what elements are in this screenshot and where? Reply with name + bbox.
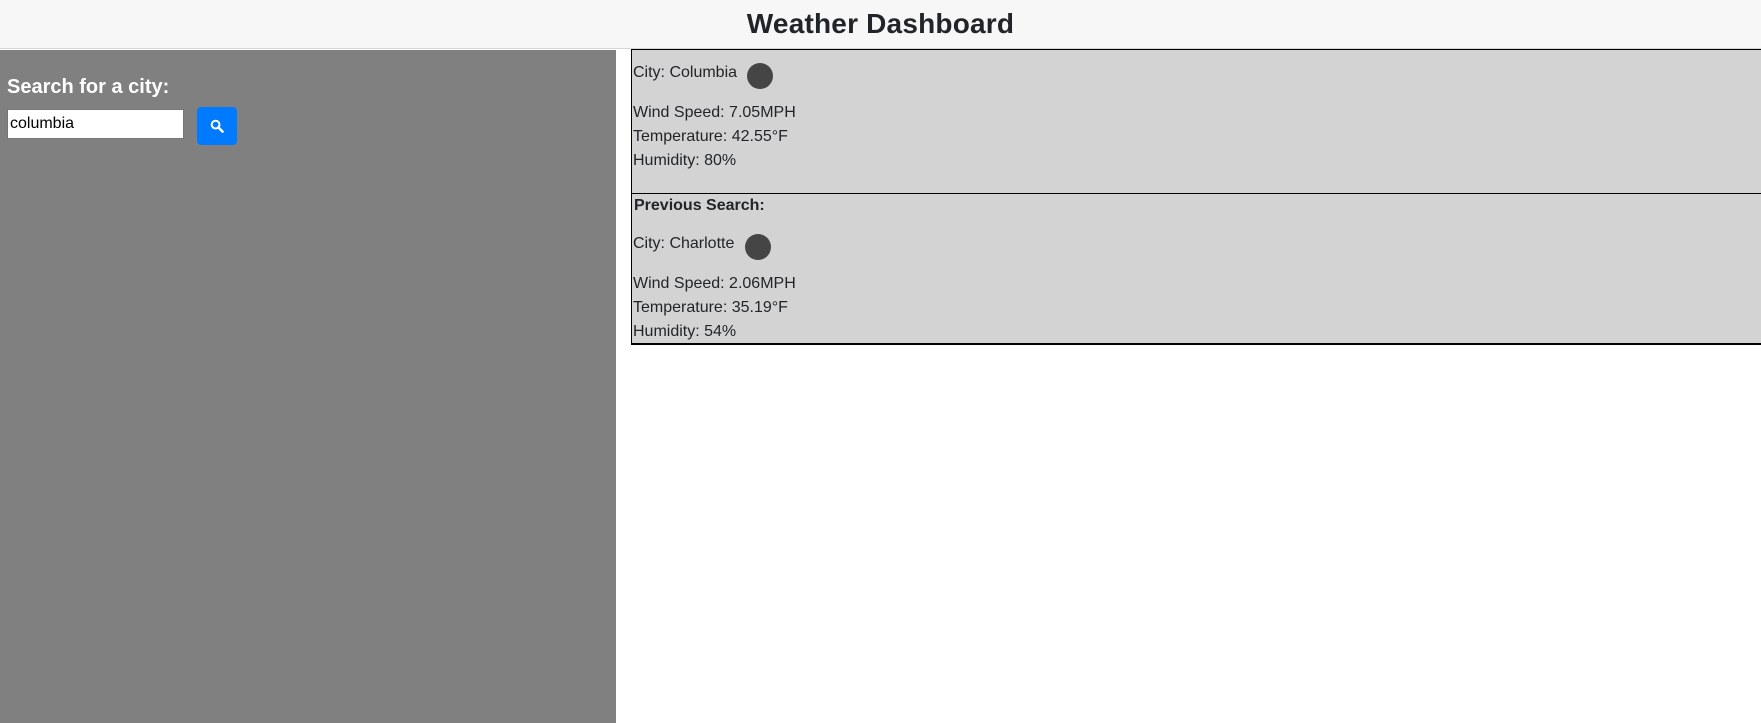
current-wind-speed: Wind Speed: 7.05MPH [633, 104, 796, 121]
page-title: Weather Dashboard [746, 8, 1015, 39]
search-sidebar: Search for a city: [0, 50, 616, 723]
weather-icon [745, 234, 771, 260]
previous-search-heading: Previous Search: [634, 197, 765, 214]
search-button[interactable] [197, 107, 237, 145]
current-city: City: Columbia [633, 64, 738, 81]
current-weather-card: City: Columbia Wind Speed: 7.05MPH Tempe… [631, 49, 1761, 194]
search-label: Search for a city: [7, 76, 170, 98]
previous-search-card: Previous Search: City: Charlotte Wind Sp… [631, 193, 1761, 345]
search-input[interactable] [7, 109, 184, 139]
column-gutter [616, 50, 632, 723]
current-temperature: Temperature: 42.55°F [633, 128, 788, 145]
search-icon [210, 119, 224, 133]
weather-icon [747, 63, 773, 89]
previous-wind-speed: Wind Speed: 2.06MPH [633, 275, 796, 292]
page-header: Weather Dashboard [0, 0, 1761, 49]
previous-temperature: Temperature: 35.19°F [633, 299, 788, 316]
previous-city: City: Charlotte [633, 235, 735, 252]
current-humidity: Humidity: 80% [633, 152, 737, 169]
previous-humidity: Humidity: 54% [633, 323, 737, 340]
